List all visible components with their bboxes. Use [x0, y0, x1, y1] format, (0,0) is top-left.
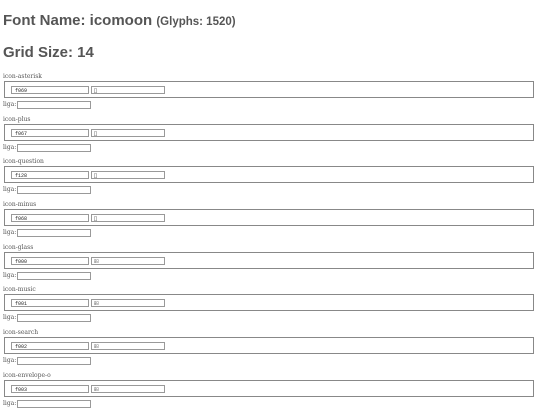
- liga-row: liga:: [3, 226, 537, 240]
- liga-label: liga:: [3, 229, 17, 237]
- glyph-fields: f128 : [4, 166, 534, 184]
- glyph-item: icon-music f001  liga:: [3, 285, 537, 328]
- glyph-char-field[interactable]: : [91, 171, 165, 180]
- liga-input[interactable]: [17, 143, 92, 152]
- glyph-item: icon-question f128  liga:: [3, 157, 537, 200]
- liga-input[interactable]: [17, 186, 92, 195]
- unicode-field[interactable]: f000: [11, 256, 89, 265]
- glyph-item: icon-search f002  liga:: [3, 328, 537, 371]
- liga-row: liga:: [3, 269, 537, 283]
- unicode-field[interactable]: f002: [11, 342, 89, 351]
- liga-label: liga:: [3, 271, 17, 279]
- glyph-name: icon-question: [3, 158, 44, 166]
- glyph-name: icon-search: [3, 329, 39, 337]
- glyph-char-field[interactable]: : [91, 384, 165, 393]
- liga-row: liga:: [3, 354, 537, 368]
- glyph-item: icon-envelope-o f003  liga:: [3, 371, 537, 414]
- glyph-fields: f000 : [4, 251, 534, 269]
- liga-label: liga:: [3, 186, 17, 194]
- glyph-fields: f001 : [4, 294, 534, 312]
- glyph-list: icon-asterisk f069  liga: icon-plus f06…: [3, 72, 537, 414]
- glyph-name: icon-envelope-o: [3, 371, 51, 379]
- font-name-label: Font Name: icomoon: [3, 12, 153, 29]
- liga-input[interactable]: [17, 101, 92, 109]
- liga-input[interactable]: [17, 357, 92, 366]
- glyph-item: icon-glass f000  liga:: [3, 243, 537, 286]
- glyph-char-field[interactable]: : [91, 128, 165, 137]
- liga-row: liga:: [3, 141, 537, 155]
- liga-label: liga:: [3, 101, 17, 108]
- liga-label: liga:: [3, 314, 17, 322]
- liga-label: liga:: [3, 399, 17, 407]
- unicode-field[interactable]: f128: [11, 171, 89, 180]
- liga-input[interactable]: [17, 314, 92, 323]
- glyph-char-field[interactable]: : [91, 342, 165, 351]
- liga-label: liga:: [3, 143, 17, 151]
- glyph-item: icon-minus f068  liga:: [3, 200, 537, 243]
- glyph-name: icon-plus: [3, 115, 31, 123]
- liga-label: liga:: [3, 357, 17, 365]
- glyph-fields: f067 : [4, 123, 534, 141]
- liga-input[interactable]: [17, 229, 92, 238]
- glyph-char-field[interactable]: : [91, 86, 165, 94]
- liga-row: liga:: [3, 183, 537, 197]
- glyph-count: (Glyphs: 1520): [156, 16, 236, 28]
- unicode-field[interactable]: f067: [11, 128, 89, 137]
- glyph-item: icon-plus f067  liga:: [3, 115, 537, 158]
- unicode-field[interactable]: f068: [11, 214, 89, 223]
- glyph-name: icon-minus: [3, 201, 37, 209]
- glyph-item: icon-asterisk f069  liga:: [3, 72, 537, 115]
- liga-row: liga:: [3, 397, 537, 411]
- glyph-fields: f069 : [4, 81, 534, 98]
- glyph-page: Font Name: icomoon (Glyphs: 1520) Grid S…: [0, 12, 540, 414]
- grid-size-heading: Grid Size: 14: [3, 44, 94, 61]
- unicode-field[interactable]: f069: [11, 86, 89, 94]
- glyph-fields: f002 : [4, 337, 534, 355]
- glyph-char-field[interactable]: : [91, 256, 165, 265]
- liga-input[interactable]: [17, 271, 92, 280]
- glyph-name: icon-glass: [3, 243, 34, 251]
- glyph-name: icon-music: [3, 286, 36, 294]
- liga-input[interactable]: [17, 399, 92, 408]
- glyph-char-field[interactable]: : [91, 299, 165, 308]
- glyph-name: icon-asterisk: [3, 73, 42, 80]
- liga-row: liga:: [3, 98, 537, 112]
- unicode-field[interactable]: f001: [11, 299, 89, 308]
- glyph-fields: f068 : [4, 209, 534, 227]
- glyph-fields: f003 : [4, 379, 534, 397]
- liga-row: liga:: [3, 311, 537, 325]
- glyph-char-field[interactable]: : [91, 214, 165, 223]
- unicode-field[interactable]: f003: [11, 384, 89, 393]
- font-name-heading: Font Name: icomoon (Glyphs: 1520): [3, 12, 537, 30]
